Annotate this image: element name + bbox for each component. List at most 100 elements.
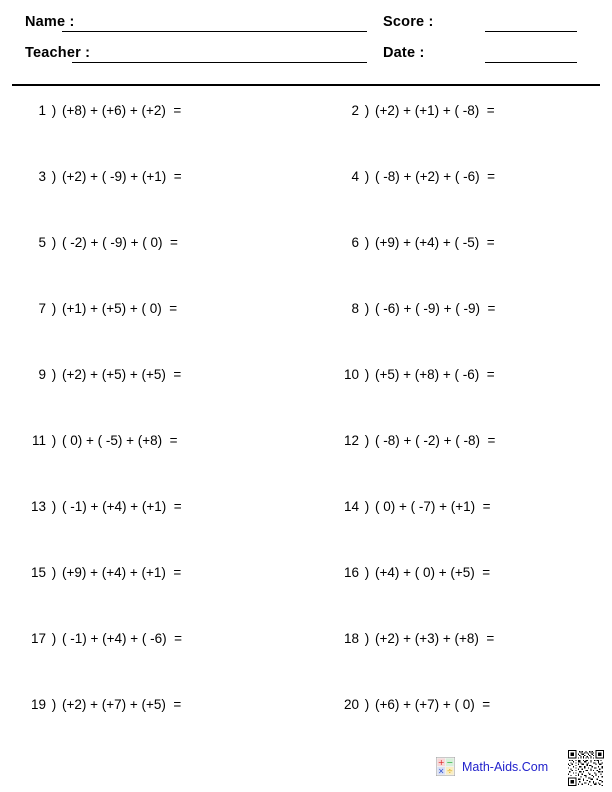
- problem-1[interactable]: 1) (+8) + (+6) + (+2) =: [18, 103, 181, 118]
- header-divider: [12, 84, 600, 86]
- problem-number-paren: ): [51, 367, 57, 382]
- problem-18[interactable]: 18) (+2) + (+3) + (+8) =: [331, 631, 494, 646]
- problem-12[interactable]: 12) ( -8) + ( -2) + ( -8) =: [331, 433, 495, 448]
- problem-11[interactable]: 11) ( 0) + ( -5) + (+8) =: [18, 433, 178, 448]
- problem-8[interactable]: 8) ( -6) + ( -9) + ( -9) =: [331, 301, 495, 316]
- problem-expression: (+4) + ( 0) + (+5) =: [375, 565, 491, 580]
- problem-number: 15: [30, 565, 46, 580]
- problem-9[interactable]: 9) (+2) + (+5) + (+5) =: [18, 367, 181, 382]
- problem-expression: (+2) + (+7) + (+5) =: [62, 697, 182, 712]
- problem-number-paren: ): [364, 367, 370, 382]
- problem-number: 16: [343, 565, 359, 580]
- date-input-line[interactable]: [485, 62, 577, 63]
- teacher-label: Teacher :: [25, 45, 91, 61]
- problem-number-paren: ): [51, 103, 57, 118]
- problem-expression: ( -1) + (+4) + ( -6) =: [62, 631, 183, 646]
- problem-number-paren: ): [51, 169, 57, 184]
- problem-14[interactable]: 14) ( 0) + ( -7) + (+1) =: [331, 499, 491, 514]
- problem-expression: ( -2) + ( -9) + ( 0) =: [62, 235, 178, 250]
- worksheet-footer: + − × ÷ Math-Aids.Com: [0, 748, 612, 792]
- problem-number-paren: ): [364, 631, 370, 646]
- score-input-line[interactable]: [485, 31, 577, 32]
- problem-15[interactable]: 15) (+9) + (+4) + (+1) =: [18, 565, 181, 580]
- problem-expression: (+2) + (+3) + (+8) =: [375, 631, 495, 646]
- problem-number: 11: [31, 433, 46, 448]
- problem-expression: (+2) + (+5) + (+5) =: [62, 367, 182, 382]
- problem-number: 20: [343, 697, 359, 712]
- math-operations-icon: + − × ÷: [436, 757, 455, 776]
- problem-number: 7: [38, 301, 46, 316]
- problem-number: 17: [30, 631, 46, 646]
- problem-expression: (+1) + (+5) + ( 0) =: [62, 301, 178, 316]
- name-input-line[interactable]: [62, 31, 367, 32]
- worksheet-header: Name : Teacher : Score : Date :: [0, 0, 612, 86]
- problem-row: 7) (+1) + (+5) + ( 0) = 8) ( -6) + ( -9) + …: [0, 301, 612, 367]
- svg-text:−: −: [446, 758, 453, 767]
- problem-number: 3: [38, 169, 46, 184]
- problem-row: 5) ( -2) + ( -9) + ( 0) = 6) (+9) + (+4) + …: [0, 235, 612, 301]
- problem-row: 1) (+8) + (+6) + (+2) = 2) (+2) + (+1) + ( …: [0, 103, 612, 169]
- problem-10[interactable]: 10) (+5) + (+8) + ( -6) =: [331, 367, 495, 382]
- problem-number-paren: ): [364, 301, 370, 316]
- name-label: Name :: [25, 14, 75, 30]
- problem-number-paren: ): [51, 301, 57, 316]
- problem-number: 9: [38, 367, 46, 382]
- problem-expression: ( -8) + (+2) + ( -6) =: [375, 169, 496, 184]
- problem-number-paren: ): [364, 235, 370, 250]
- score-label: Score :: [383, 14, 434, 30]
- problem-expression: ( -1) + (+4) + (+1) =: [62, 499, 182, 514]
- problem-6[interactable]: 6) (+9) + (+4) + ( -5) =: [331, 235, 495, 250]
- problem-number: 14: [343, 499, 359, 514]
- problem-7[interactable]: 7) (+1) + (+5) + ( 0) =: [18, 301, 177, 316]
- problem-number-paren: ): [364, 697, 370, 712]
- problem-number: 10: [343, 367, 359, 382]
- problem-number: 6: [351, 235, 359, 250]
- problem-2[interactable]: 2) (+2) + (+1) + ( -8) =: [331, 103, 494, 118]
- svg-text:×: ×: [438, 767, 444, 776]
- problem-row: 17) ( -1) + (+4) + ( -6) = 18) (+2) + (+3) …: [0, 631, 612, 697]
- problem-number-paren: ): [51, 499, 57, 514]
- problem-number-paren: ): [51, 235, 57, 250]
- problem-number: 1: [38, 103, 46, 118]
- problem-number: 13: [30, 499, 46, 514]
- problem-20[interactable]: 20) (+6) + (+7) + ( 0) =: [331, 697, 490, 712]
- problem-expression: ( -8) + ( -2) + ( -8) =: [375, 433, 496, 448]
- problem-16[interactable]: 16) (+4) + ( 0) + (+5) =: [331, 565, 490, 580]
- problem-expression: (+5) + (+8) + ( -6) =: [375, 367, 495, 382]
- problem-number-paren: ): [364, 103, 370, 118]
- problem-number: 18: [343, 631, 359, 646]
- problem-13[interactable]: 13) ( -1) + (+4) + (+1) =: [18, 499, 182, 514]
- problem-expression: (+9) + (+4) + (+1) =: [62, 565, 182, 580]
- problem-number-paren: ): [51, 433, 57, 448]
- problem-row: 3) (+2) + ( -9) + (+1) = 4) ( -8) + (+2) + …: [0, 169, 612, 235]
- problem-number-paren: ): [51, 565, 57, 580]
- qr-code-icon[interactable]: [568, 750, 604, 786]
- problem-number: 4: [351, 169, 359, 184]
- problem-expression: (+2) + ( -9) + (+1) =: [62, 169, 182, 184]
- brand-logo[interactable]: + − × ÷ Math-Aids.Com: [436, 757, 548, 776]
- problem-19[interactable]: 19) (+2) + (+7) + (+5) =: [18, 697, 181, 712]
- problem-row: 15) (+9) + (+4) + (+1) = 16) (+4) + ( 0) + …: [0, 565, 612, 631]
- problem-expression: (+6) + (+7) + ( 0) =: [375, 697, 491, 712]
- problem-number-paren: ): [364, 565, 370, 580]
- problem-number-paren: ): [51, 631, 57, 646]
- problem-row: 9) (+2) + (+5) + (+5) = 10) (+5) + (+8) + (…: [0, 367, 612, 433]
- problem-expression: ( -6) + ( -9) + ( -9) =: [375, 301, 496, 316]
- brand-text: Math-Aids.Com: [462, 759, 549, 774]
- problem-number: 2: [351, 103, 359, 118]
- problem-row: 13) ( -1) + (+4) + (+1) = 14) ( 0) + ( -7) …: [0, 499, 612, 565]
- problem-number: 8: [351, 301, 359, 316]
- problem-5[interactable]: 5) ( -2) + ( -9) + ( 0) =: [18, 235, 178, 250]
- problem-4[interactable]: 4) ( -8) + (+2) + ( -6) =: [331, 169, 495, 184]
- problem-number-paren: ): [364, 169, 370, 184]
- problem-number: 12: [343, 433, 359, 448]
- problem-17[interactable]: 17) ( -1) + (+4) + ( -6) =: [18, 631, 182, 646]
- problem-number-paren: ): [364, 433, 370, 448]
- problem-row: 11) ( 0) + ( -5) + (+8) = 12) ( -8) + ( -2)…: [0, 433, 612, 499]
- problem-3[interactable]: 3) (+2) + ( -9) + (+1) =: [18, 169, 182, 184]
- problem-expression: (+9) + (+4) + ( -5) =: [375, 235, 495, 250]
- problem-expression: ( 0) + ( -7) + (+1) =: [375, 499, 491, 514]
- svg-text:÷: ÷: [447, 767, 453, 776]
- date-label: Date :: [383, 45, 425, 61]
- teacher-input-line[interactable]: [72, 62, 367, 63]
